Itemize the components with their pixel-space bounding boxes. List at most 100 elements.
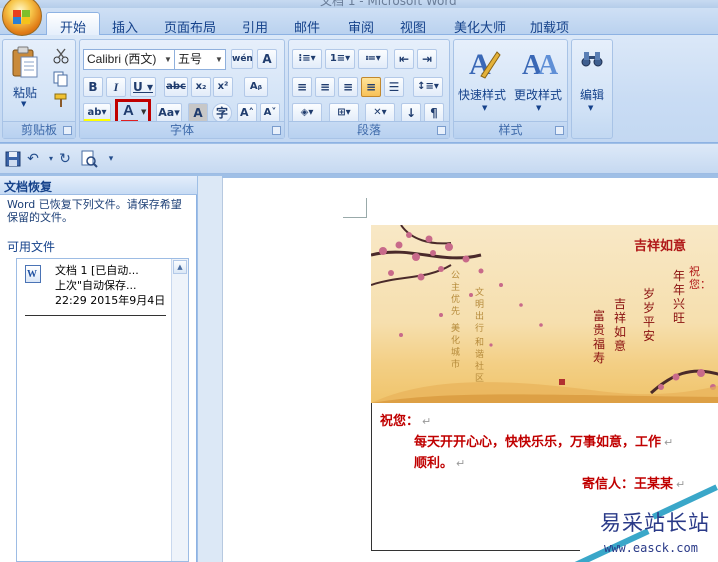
tab-review[interactable]: 审阅 (348, 17, 374, 36)
recovery-pane-message: Word 已恢复下列文件。请保存希望保留的文件。 (7, 198, 182, 224)
strikethrough-icon: abc (166, 81, 186, 92)
paste-button[interactable]: 粘贴 ▼ (9, 44, 41, 108)
card-title: 吉祥如意 (634, 239, 687, 254)
align-left-icon: ≡ (296, 80, 308, 94)
superscript-button[interactable]: x² (213, 77, 233, 97)
bullets-icon: ⁝≡▾ (298, 53, 316, 64)
subscript-icon: x₂ (195, 81, 207, 92)
enclosed-char-icon: 字 (215, 106, 228, 120)
tab-beautify-master[interactable]: 美化大师 (454, 17, 506, 36)
tab-insert[interactable]: 插入 (112, 17, 138, 36)
print-preview-icon[interactable] (80, 150, 98, 168)
line-spacing-button[interactable]: ↕≡▾ (413, 77, 443, 97)
document-recovery-pane: 文档恢复 Word 已恢复下列文件。请保存希望保留的文件。 可用文件 文档 1 … (0, 176, 197, 562)
format-painter-icon[interactable] (53, 93, 69, 109)
multilevel-list-button[interactable]: ≔▾ (358, 49, 388, 69)
tab-page-layout[interactable]: 页面布局 (164, 17, 216, 36)
undo-icon[interactable]: ↶ (24, 150, 42, 168)
cut-icon[interactable] (53, 48, 69, 64)
quick-styles-icon: A (469, 48, 501, 81)
subscript-button[interactable]: x₂ (191, 77, 211, 97)
font-dialog-launcher[interactable] (272, 126, 281, 135)
italic-button[interactable]: I (106, 77, 126, 97)
greeting-card-image[interactable]: 吉祥如意 祝您： 年年兴旺 岁岁平安 吉祥如意 富贵福寿 公主优先 美化城市 文… (371, 225, 718, 403)
scroll-up-icon[interactable]: ▲ (173, 260, 187, 274)
chevron-down-icon: ▼ (536, 104, 542, 112)
shading-button[interactable]: ◈▾ (292, 103, 322, 123)
office-logo-icon (13, 10, 30, 24)
shaded-a-icon: A (193, 106, 203, 120)
align-right-button[interactable]: ≡ (338, 77, 358, 97)
grow-font-button[interactable]: A˄ (237, 103, 257, 123)
card-blessing-4: 富贵福寿 (593, 309, 606, 365)
font-name-value: Calibri (西文) (87, 52, 157, 66)
grow-font-icon: A˄ (239, 106, 254, 119)
tab-references[interactable]: 引用 (242, 17, 268, 36)
quick-styles-button[interactable]: A 快速样式 ▼ (458, 44, 510, 114)
superscript-icon: x² (217, 81, 229, 92)
copy-icon[interactable] (53, 71, 69, 87)
site-watermark: 易采站长站 www.easck.com (574, 484, 718, 562)
editing-button[interactable]: 编辑 ▼ (574, 44, 610, 114)
letter-body-line2: 顺利。 ↵ (414, 456, 466, 471)
redo-icon[interactable]: ↻ (56, 150, 74, 168)
numbering-button[interactable]: 1≡▾ (325, 49, 355, 69)
tab-mailings[interactable]: 邮件 (294, 17, 320, 36)
character-border-button[interactable]: A (257, 49, 277, 69)
increase-indent-button[interactable]: ⇥ (417, 49, 437, 69)
save-icon[interactable] (4, 150, 22, 168)
chevron-down-icon: ▼ (482, 104, 488, 112)
tab-addins[interactable]: 加载项 (530, 17, 569, 36)
chevron-down-icon: ▼ (588, 104, 594, 112)
tab-home[interactable]: 开始 (46, 12, 101, 36)
font-name-combo[interactable]: Calibri (西文) ▼ (83, 49, 175, 70)
quick-styles-label: 快速样式 (458, 88, 507, 102)
italic-icon: I (113, 80, 119, 94)
sort-button[interactable]: ↓ (401, 103, 421, 123)
align-center-button[interactable]: ≡ (315, 77, 335, 97)
clipboard-dialog-launcher[interactable] (63, 126, 72, 135)
align-center-icon: ≡ (319, 80, 331, 94)
paragraph-dialog-launcher[interactable] (437, 126, 446, 135)
recovered-files-list: 文档 1 [已自动... 上次"自动保存... 22:29 2015年9月4日 … (16, 258, 189, 562)
change-case-button[interactable]: Aa▾ (156, 103, 182, 123)
letter-salutation: 祝您： ↵ (380, 414, 432, 429)
show-marks-button[interactable]: ¶ (424, 103, 444, 123)
file-list-scrollbar[interactable]: ▲ (171, 259, 188, 561)
bold-button[interactable]: B (83, 77, 103, 97)
letter-body-line1: 每天开开心心，快快乐乐，万事如意，工作 ↵ (414, 435, 674, 450)
bullets-button[interactable]: ⁝≡▾ (292, 49, 322, 69)
phonetic-guide-button[interactable]: wén (231, 49, 253, 69)
strikethrough-button[interactable]: abc (164, 77, 188, 97)
enclose-characters-button[interactable]: 字 (212, 103, 232, 123)
highlight-button[interactable]: ab▾ (83, 103, 111, 123)
shrink-font-button[interactable]: A˅ (260, 103, 280, 123)
change-styles-button[interactable]: A A 更改样式 ▼ (512, 44, 566, 114)
styles-group: A 快速样式 ▼ A A 更改样式 ▼ 样式 (453, 39, 568, 139)
underline-icon: U ▾ (133, 80, 153, 94)
file-separator (25, 315, 166, 316)
window-title: 文档 1 - Microsoft Word (320, 0, 457, 8)
paragraph-group-label: 段落 (289, 121, 449, 138)
pilcrow-icon: ¶ (430, 106, 438, 120)
quick-access-toolbar: ↶ ▾ ↻ ▾ (0, 144, 718, 174)
styles-dialog-launcher[interactable] (555, 126, 564, 135)
title-bar: 文档 1 - Microsoft Word (0, 0, 718, 8)
letter-signature: 寄信人：王某某 ↵ (582, 477, 686, 492)
underline-button[interactable]: U ▾ (130, 77, 156, 97)
change-styles-icon: A A (522, 50, 558, 81)
distribute-button[interactable]: ☰ (384, 77, 404, 97)
decrease-indent-button[interactable]: ⇤ (394, 49, 414, 69)
character-shading-button[interactable]: A (188, 103, 208, 123)
file-desc: 上次"自动保存... (55, 279, 137, 292)
tab-view[interactable]: 视图 (400, 17, 426, 36)
card-poem-col2-b: 和谐社区 (475, 338, 485, 384)
justify-button[interactable]: ≡ (361, 77, 381, 97)
clear-formatting-button[interactable]: Aᵦ (244, 77, 268, 97)
borders-button[interactable]: ⊞▾ (329, 103, 359, 123)
editing-group: 编辑 ▼ (571, 39, 613, 139)
align-left-button[interactable]: ≡ (292, 77, 312, 97)
customize-qat-icon[interactable]: ▾ (102, 150, 120, 168)
font-size-combo[interactable]: 五号 ▼ (174, 49, 226, 70)
chinese-layout-button[interactable]: ✕▾ (365, 103, 395, 123)
